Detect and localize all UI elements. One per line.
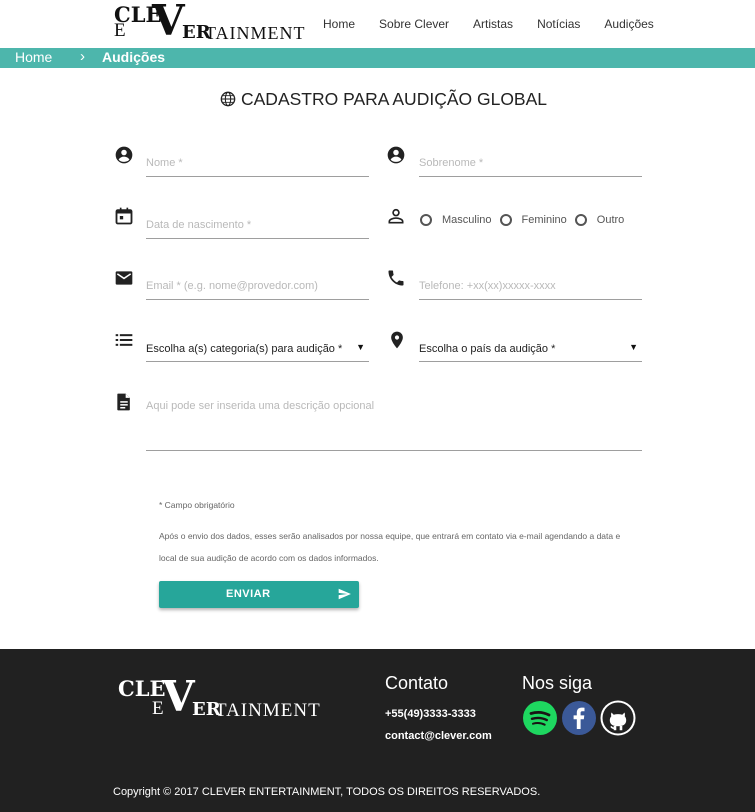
spotify-icon[interactable] bbox=[522, 700, 558, 736]
data-nascimento-input[interactable]: Data de nascimento * bbox=[146, 207, 369, 239]
facebook-icon[interactable] bbox=[561, 700, 597, 736]
enviar-button[interactable]: ENVIAR bbox=[159, 581, 359, 608]
enviar-button-label: ENVIAR bbox=[226, 588, 271, 600]
required-note: * Campo obrigatório bbox=[159, 500, 235, 510]
descricao-textarea[interactable]: Aqui pode ser inserida uma descrição opc… bbox=[146, 394, 642, 451]
contact-phone: +55(49)3333-3333 bbox=[385, 708, 476, 720]
gender-radio-group: Masculino Feminino Outro bbox=[420, 214, 632, 226]
send-icon bbox=[338, 588, 351, 600]
copyright-text: Copyright © 2017 CLEVER ENTERTAINMENT, T… bbox=[113, 786, 541, 798]
telefone-input[interactable]: Telefone: +xx(xx)xxxxx-xxxx bbox=[419, 268, 642, 300]
clever-logo[interactable]: CLE E V ER TAINMENT bbox=[114, 0, 305, 43]
nome-input[interactable]: Nome * bbox=[146, 145, 369, 177]
info-text-line2: local de sua audição de acordo com os da… bbox=[159, 553, 379, 563]
radio-label-outro: Outro bbox=[596, 214, 625, 226]
contact-email[interactable]: contact@clever.com bbox=[385, 730, 492, 742]
account-circle-icon bbox=[387, 146, 405, 164]
sobrenome-input[interactable]: Sobrenome * bbox=[419, 145, 642, 177]
breadcrumb: Home › Audições bbox=[0, 48, 755, 68]
nav-audicoes[interactable]: Audições bbox=[604, 17, 653, 31]
email-input[interactable]: Email * (e.g. nome@provedor.com) bbox=[146, 268, 369, 300]
nav-noticias[interactable]: Notícias bbox=[537, 17, 580, 31]
breadcrumb-current[interactable]: Audições bbox=[102, 49, 165, 65]
main-nav: Home Sobre Clever Artistas Notícias Audi… bbox=[323, 17, 678, 31]
page-title-text: CADASTRO PARA AUDIÇÃO GLOBAL bbox=[241, 89, 548, 109]
footer-clever-logo: CLE E V ER TAINMENT bbox=[118, 672, 321, 722]
dropdown-arrow-icon: ▼ bbox=[356, 342, 365, 352]
calendar-icon bbox=[115, 207, 133, 225]
follow-heading: Nos siga bbox=[522, 673, 593, 693]
info-text-line1: Após o envio dos dados, esses serão anal… bbox=[159, 531, 621, 541]
pais-select[interactable]: Escolha o país da audição * ▼ bbox=[419, 330, 642, 362]
radio-feminino[interactable] bbox=[499, 214, 512, 226]
email-icon bbox=[115, 271, 133, 285]
dropdown-arrow-icon: ▼ bbox=[629, 342, 638, 352]
list-icon bbox=[115, 334, 133, 346]
radio-outro[interactable] bbox=[574, 214, 587, 226]
person-outline-icon bbox=[388, 208, 404, 224]
radio-masculino[interactable] bbox=[420, 214, 432, 226]
account-circle-icon bbox=[115, 146, 133, 164]
phone-icon bbox=[388, 270, 404, 286]
page-title: CADASTRO PARA AUDIÇÃO GLOBAL bbox=[220, 89, 547, 110]
radio-label-masculino: Masculino bbox=[442, 214, 492, 226]
chevron-right-icon: › bbox=[80, 48, 85, 65]
site-header: CLE E V ER TAINMENT Home Sobre Clever Ar… bbox=[0, 0, 755, 48]
location-pin-icon bbox=[391, 331, 403, 349]
nav-home[interactable]: Home bbox=[323, 17, 355, 31]
github-icon[interactable] bbox=[600, 700, 636, 736]
categoria-select[interactable]: Escolha a(s) categoria(s) para audição *… bbox=[146, 330, 369, 362]
radio-label-feminino: Feminino bbox=[521, 214, 567, 226]
contact-heading: Contato bbox=[385, 673, 449, 693]
globe-icon bbox=[220, 91, 236, 107]
description-icon bbox=[117, 393, 130, 411]
nav-sobre-clever[interactable]: Sobre Clever bbox=[379, 17, 449, 31]
nav-artistas[interactable]: Artistas bbox=[473, 17, 513, 31]
site-footer: CLE E V ER TAINMENT Contato +55(49)3333-… bbox=[0, 649, 755, 812]
breadcrumb-home[interactable]: Home bbox=[15, 49, 52, 65]
